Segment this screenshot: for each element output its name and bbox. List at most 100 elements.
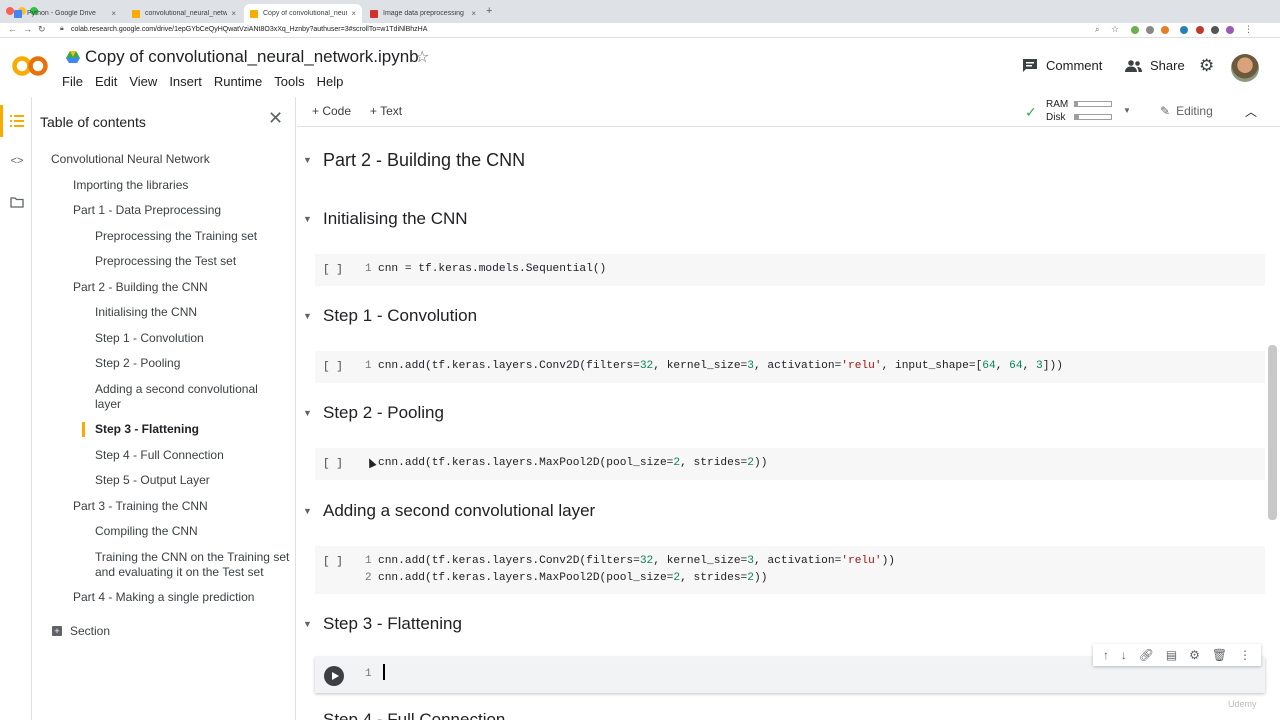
comment-icon bbox=[1023, 59, 1037, 72]
extension-icon[interactable] bbox=[1131, 26, 1139, 34]
forward-icon[interactable]: → bbox=[23, 24, 32, 34]
profile-icon[interactable] bbox=[1226, 26, 1234, 34]
avatar[interactable] bbox=[1231, 54, 1259, 82]
toc-item[interactable]: Convolutional Neural Network bbox=[51, 152, 210, 167]
run-cell-bracket[interactable]: [ ] bbox=[323, 556, 343, 568]
run-cell-bracket[interactable]: [ ] bbox=[323, 264, 343, 276]
settings-gear-icon[interactable]: ⚙ bbox=[1199, 56, 1214, 76]
code-line[interactable]: cnn.add(tf.keras.layers.Conv2D(filters=3… bbox=[378, 360, 1063, 372]
search-icon[interactable]: ⌕ bbox=[1095, 25, 1099, 35]
back-icon[interactable]: ← bbox=[8, 24, 17, 34]
run-cell-bracket[interactable]: [ ] bbox=[323, 361, 343, 373]
toc-list-icon[interactable] bbox=[8, 112, 26, 130]
star-icon[interactable]: ☆ bbox=[415, 47, 429, 67]
editing-mode-button[interactable]: ✎ Editing bbox=[1160, 104, 1213, 118]
toc-item[interactable]: Step 4 - Full Connection bbox=[95, 448, 224, 463]
code-cell[interactable]: [ ] 1 cnn = tf.keras.models.Sequential() bbox=[315, 254, 1265, 286]
more-vert-icon[interactable]: ⋮ bbox=[1239, 648, 1251, 662]
extension-icon[interactable] bbox=[1146, 26, 1154, 34]
code-line[interactable]: cnn.add(tf.keras.layers.Conv2D(filters=3… bbox=[378, 555, 895, 567]
toc-item[interactable]: Training the CNN on the Training set and… bbox=[95, 550, 291, 580]
toc-item[interactable]: Part 1 - Data Preprocessing bbox=[73, 203, 221, 218]
browser-tab-drive[interactable]: Python - Google Drive × bbox=[8, 4, 122, 23]
add-section-button[interactable]: + Section bbox=[52, 624, 110, 638]
section-heading: Step 4 - Full Connection bbox=[323, 710, 506, 720]
chevron-up-icon[interactable]: ︿ bbox=[1245, 103, 1257, 120]
menu-edit[interactable]: Edit bbox=[95, 74, 117, 89]
bookmark-star-icon[interactable]: ☆ bbox=[1111, 24, 1119, 35]
toc-item-active[interactable]: Step 3 - Flattening bbox=[95, 422, 199, 437]
move-down-icon[interactable]: ↓ bbox=[1121, 648, 1127, 662]
lock-icon: 🔒︎ bbox=[60, 25, 64, 32]
code-cell[interactable]: [ ] 1 cnn.add(tf.keras.layers.Conv2D(fil… bbox=[315, 546, 1265, 594]
settings-gear-icon[interactable]: ⚙ bbox=[1189, 648, 1200, 662]
code-line[interactable]: cnn.add(tf.keras.layers.MaxPool2D(pool_s… bbox=[378, 457, 767, 469]
toc-item[interactable]: Adding a second convolutional layer bbox=[95, 382, 285, 412]
code-cell[interactable]: [ ] 1 cnn.add(tf.keras.layers.Conv2D(fil… bbox=[315, 351, 1265, 383]
code-cell[interactable]: [ ] cnn.add(tf.keras.layers.MaxPool2D(po… bbox=[315, 448, 1265, 480]
scrollbar[interactable] bbox=[1268, 345, 1277, 520]
new-tab-button[interactable]: + bbox=[486, 5, 492, 17]
toc-item[interactable]: Step 5 - Output Layer bbox=[95, 473, 210, 488]
toc-item[interactable]: Preprocessing the Training set bbox=[95, 229, 257, 244]
collapse-caret-icon[interactable]: ▼ bbox=[303, 214, 312, 224]
browser-tab-copy[interactable]: Copy of convolutional_neural_ × bbox=[244, 4, 362, 23]
delete-icon[interactable]: 🗑︎ bbox=[1212, 648, 1227, 662]
code-snippets-icon[interactable]: <> bbox=[8, 152, 26, 170]
menu-tools[interactable]: Tools bbox=[274, 74, 304, 89]
reload-icon[interactable]: ↻ bbox=[38, 24, 46, 35]
drive-favicon-icon bbox=[14, 9, 22, 18]
extension-icon[interactable] bbox=[1180, 26, 1188, 34]
run-cell-bracket[interactable]: [ ] bbox=[323, 458, 343, 470]
toc-item[interactable]: Part 4 - Making a single prediction bbox=[73, 590, 254, 605]
folder-icon[interactable] bbox=[8, 193, 26, 211]
section-heading: Step 3 - Flattening bbox=[323, 614, 462, 633]
extension-icon[interactable] bbox=[1196, 26, 1204, 34]
collapse-caret-icon[interactable]: ▼ bbox=[303, 311, 312, 321]
code-line[interactable]: cnn = tf.keras.models.Sequential() bbox=[378, 263, 606, 275]
menu-view[interactable]: View bbox=[129, 74, 157, 89]
extension-icon[interactable] bbox=[1211, 26, 1219, 34]
toc-item[interactable]: Step 1 - Convolution bbox=[95, 331, 204, 346]
close-icon[interactable]: × bbox=[351, 9, 356, 18]
toc-item[interactable]: Compiling the CNN bbox=[95, 524, 198, 539]
move-up-icon[interactable]: ↑ bbox=[1103, 648, 1109, 662]
collapse-caret-icon[interactable]: ▼ bbox=[303, 506, 312, 516]
comment-button[interactable]: Comment bbox=[1022, 58, 1102, 73]
menu-help[interactable]: Help bbox=[317, 74, 344, 89]
close-icon[interactable]: ✕ bbox=[268, 108, 283, 129]
people-icon bbox=[1125, 59, 1142, 72]
toc-item[interactable]: Part 3 - Training the CNN bbox=[73, 499, 208, 514]
add-code-button[interactable]: + Code bbox=[312, 104, 351, 118]
extension-icon[interactable] bbox=[1161, 26, 1169, 34]
collapse-caret-icon[interactable]: ▼ bbox=[303, 619, 312, 629]
collapse-caret-icon[interactable]: ▼ bbox=[303, 155, 312, 165]
toc-item[interactable]: Part 2 - Building the CNN bbox=[73, 280, 208, 295]
toc-item[interactable]: Step 2 - Pooling bbox=[95, 356, 180, 371]
drive-icon[interactable] bbox=[66, 51, 80, 63]
notebook-title[interactable]: Copy of convolutional_neural_network.ipy… bbox=[85, 47, 419, 67]
url-field[interactable]: colab.research.google.com/drive/1epGYbCe… bbox=[71, 26, 427, 33]
collapse-caret-icon[interactable]: ▼ bbox=[303, 408, 312, 418]
add-text-button[interactable]: + Text bbox=[370, 104, 402, 118]
browser-tab-image-data[interactable]: Image data preprocessing × bbox=[364, 4, 482, 23]
close-icon[interactable]: × bbox=[231, 9, 236, 18]
menu-runtime[interactable]: Runtime bbox=[214, 74, 262, 89]
close-icon[interactable]: × bbox=[471, 9, 476, 18]
link-icon[interactable]: 🔗︎ bbox=[1139, 648, 1154, 662]
close-icon[interactable]: × bbox=[111, 9, 116, 18]
code-line[interactable]: cnn.add(tf.keras.layers.MaxPool2D(pool_s… bbox=[378, 572, 767, 584]
colab-logo[interactable] bbox=[12, 52, 50, 80]
menu-insert[interactable]: Insert bbox=[169, 74, 202, 89]
toc-item[interactable]: Preprocessing the Test set bbox=[95, 254, 236, 269]
more-vert-icon[interactable]: ⋮ bbox=[1244, 24, 1253, 35]
toc-item[interactable]: Initialising the CNN bbox=[95, 305, 197, 320]
menu-file[interactable]: File bbox=[62, 74, 83, 89]
run-cell-button[interactable] bbox=[324, 666, 344, 686]
toc-active-indicator bbox=[82, 422, 85, 437]
caret-down-icon[interactable]: ▼ bbox=[1123, 106, 1131, 115]
share-button[interactable]: Share bbox=[1125, 58, 1185, 73]
toc-item[interactable]: Importing the libraries bbox=[73, 178, 188, 193]
comment-icon[interactable]: ▤ bbox=[1166, 648, 1177, 662]
browser-tab-notebook[interactable]: convolutional_neural_network × bbox=[126, 4, 242, 23]
